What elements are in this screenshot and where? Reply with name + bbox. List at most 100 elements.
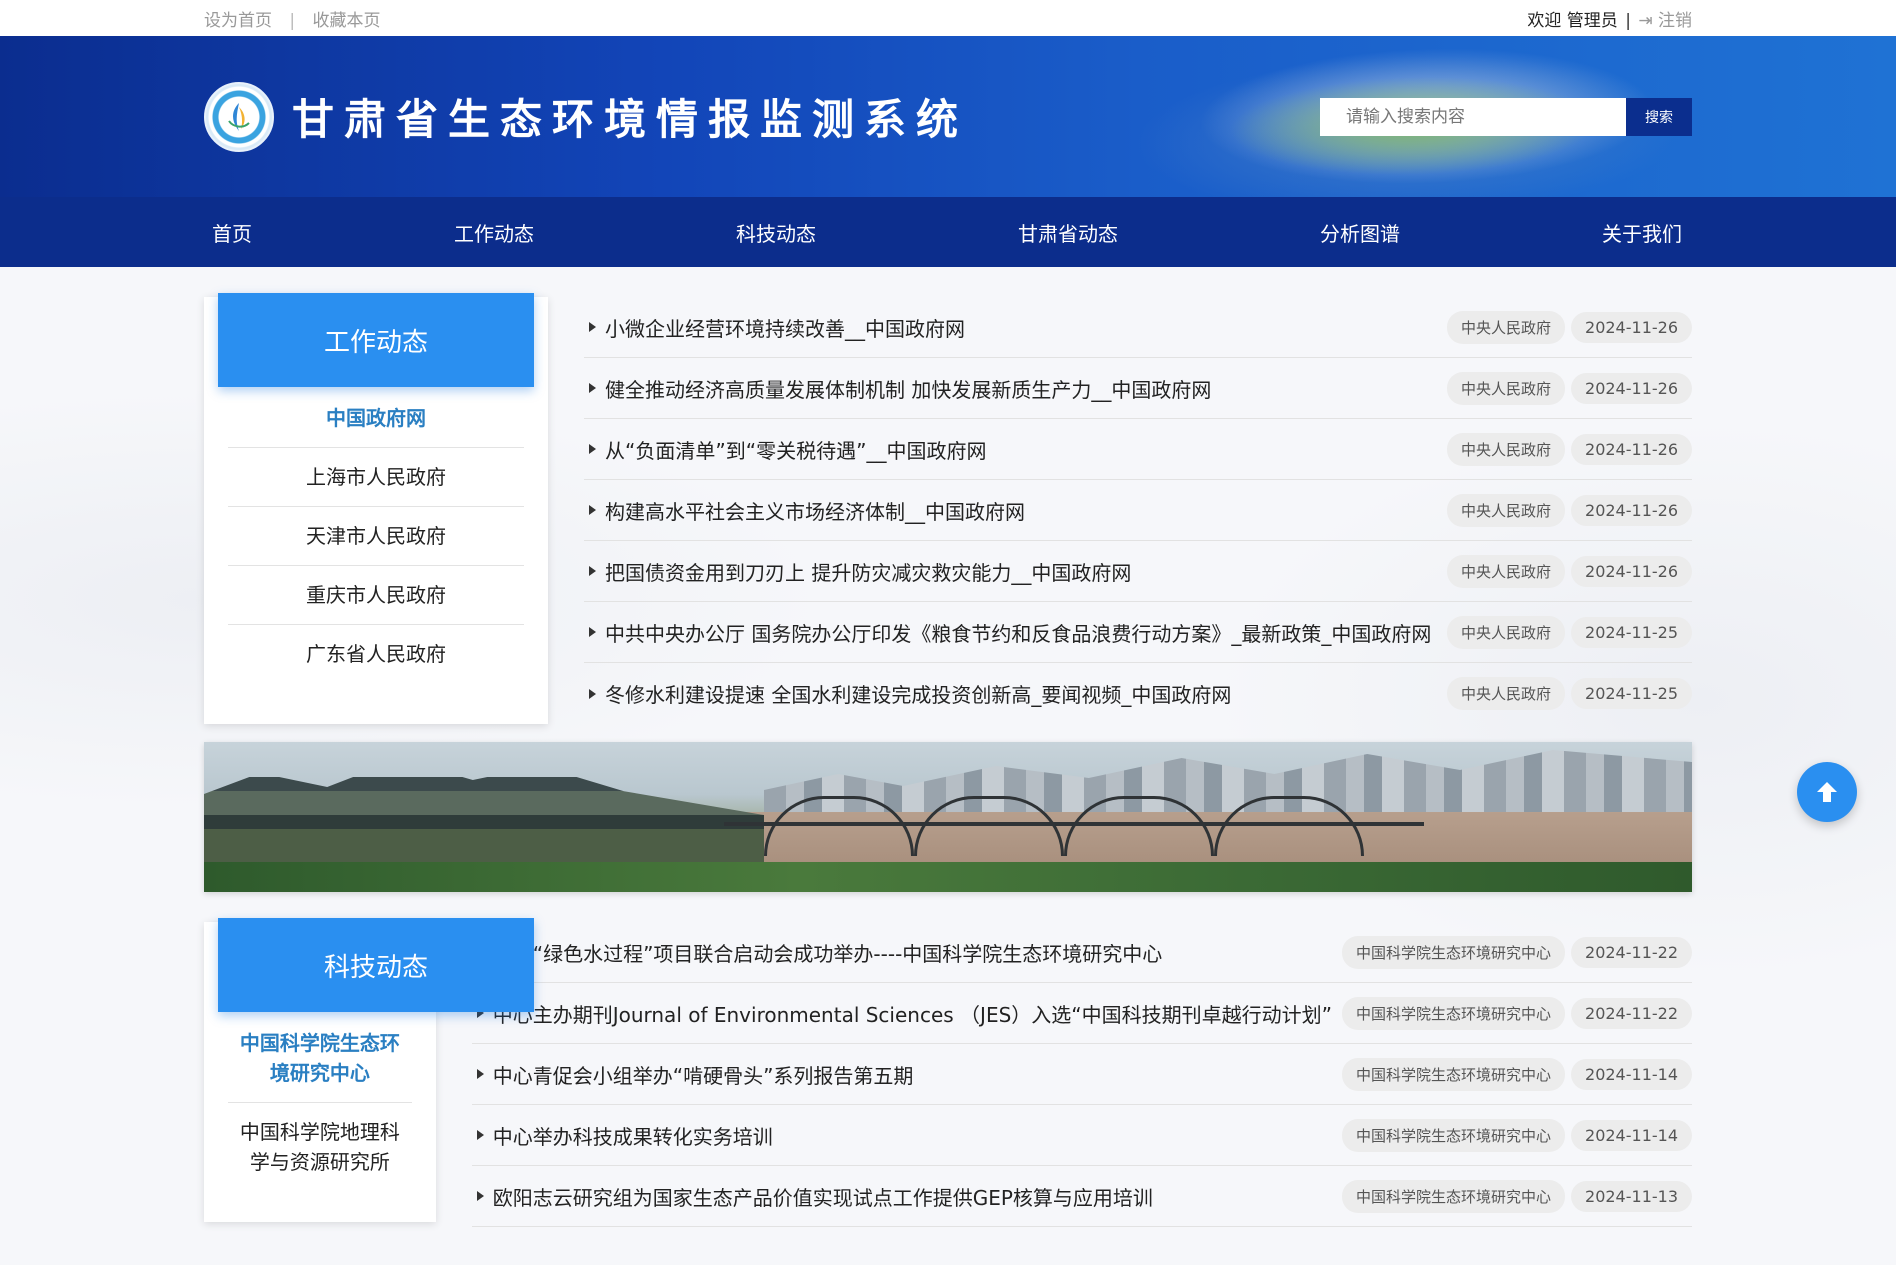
- news-title[interactable]: 小微企业经营环境持续改善__中国政府网: [605, 313, 1437, 342]
- caret-right-icon: [589, 383, 596, 393]
- site-title: 甘肃省生态环境情报监测系统: [292, 95, 969, 144]
- caret-right-icon: [589, 444, 596, 454]
- top-utility-bar: 设为首页 | 收藏本页 欢迎 管理员 | ⇥ 注销: [0, 0, 1896, 36]
- news-date: 2024-11-22: [1571, 936, 1692, 968]
- news-date: 2024-11-26: [1571, 311, 1692, 343]
- source-item[interactable]: 中国科学院生态环境研究中心: [228, 1014, 412, 1103]
- news-date: 2024-11-25: [1571, 616, 1692, 648]
- news-row[interactable]: 健全推动经济高质量发展体制机制 加快发展新质生产力__中国政府网 中央人民政府 …: [584, 358, 1692, 419]
- bookmark-link[interactable]: 收藏本页: [313, 11, 381, 31]
- news-title[interactable]: 冬修水利建设提速 全国水利建设完成投资创新高_要闻视频_中国政府网: [605, 679, 1437, 708]
- news-title[interactable]: 中心青促会小组举办“啃硬骨头”系列报告第五期: [493, 1060, 1332, 1089]
- search-bar: 搜索: [1320, 98, 1692, 136]
- banner-bridge: [724, 796, 1424, 867]
- news-title[interactable]: 中心主办期刊Journal of Environmental Sciences …: [493, 999, 1332, 1028]
- news-date: 2024-11-26: [1571, 372, 1692, 404]
- nav-analysis-graph[interactable]: 分析图谱: [1320, 218, 1400, 247]
- news-row[interactable]: 小微企业经营环境持续改善__中国政府网 中央人民政府 2024-11-26: [584, 297, 1692, 358]
- news-row[interactable]: 冬修水利建设提速 全国水利建设完成投资创新高_要闻视频_中国政府网 中央人民政府…: [584, 663, 1692, 724]
- nav-tech-news[interactable]: 科技动态: [736, 218, 816, 247]
- news-date: 2024-11-14: [1571, 1058, 1692, 1090]
- news-title[interactable]: 从“负面清单”到“零关税待遇”__中国政府网: [605, 435, 1437, 464]
- search-input[interactable]: [1320, 98, 1626, 136]
- news-date: 2024-11-13: [1571, 1180, 1692, 1212]
- source-item[interactable]: 广东省人民政府: [228, 625, 524, 683]
- news-source-tag: 中央人民政府: [1447, 615, 1566, 649]
- caret-right-icon: [589, 688, 596, 699]
- caret-right-icon: [476, 1130, 484, 1140]
- news-row[interactable]: 中心举办科技成果转化实务培训 中国科学院生态环境研究中心 2024-11-14: [471, 1105, 1692, 1166]
- news-source-tag: 中国科学院生态环境研究中心: [1342, 1057, 1566, 1091]
- banner-skyline: [764, 750, 1692, 822]
- nav-gansu-news[interactable]: 甘肃省动态: [1018, 218, 1118, 247]
- news-row[interactable]: 构建高水平社会主义市场经济体制__中国政府网 中央人民政府 2024-11-26: [584, 480, 1692, 541]
- news-title[interactable]: 健全推动经济高质量发展体制机制 加快发展新质生产力__中国政府网: [605, 374, 1437, 403]
- news-row[interactable]: 把国债资金用到刀刃上 提升防灾减灾救灾能力__中国政府网 中央人民政府 2024…: [584, 541, 1692, 602]
- caret-right-icon: [476, 1191, 484, 1201]
- nav-home[interactable]: 首页: [212, 218, 252, 247]
- work-news-section: 工作动态 中国政府网 上海市人民政府 天津市人民政府 重庆市人民政府 广东省人民…: [204, 293, 1692, 724]
- caret-right-icon: [589, 505, 596, 515]
- logout-link[interactable]: ⇥ 注销: [1638, 11, 1692, 31]
- news-row[interactable]: 中共中央办公厅 国务院办公厅印发《粮食节约和反食品浪费行动方案》_最新政策_中国…: [584, 602, 1692, 663]
- sign-out-icon: ⇥: [1638, 10, 1653, 31]
- tech-panel-heading: 科技动态: [218, 918, 534, 1012]
- back-to-top-button[interactable]: [1797, 762, 1857, 822]
- work-source-panel: 工作动态 中国政府网 上海市人民政府 天津市人民政府 重庆市人民政府 广东省人民…: [204, 293, 548, 724]
- arrow-up-icon: [1817, 782, 1837, 802]
- news-row[interactable]: 中心青促会小组举办“啃硬骨头”系列报告第五期 中国科学院生态环境研究中心 202…: [471, 1044, 1692, 1105]
- news-title[interactable]: 把国债资金用到刀刃上 提升防灾减灾救灾能力__中国政府网: [605, 557, 1437, 586]
- logo-emblem-icon: [204, 81, 274, 152]
- utility-links: 设为首页 | 收藏本页: [204, 6, 381, 31]
- news-source-tag: 中央人民政府: [1447, 371, 1566, 405]
- welcome-text: 欢迎 管理员: [1527, 10, 1618, 31]
- source-item[interactable]: 中国科学院地理科学与资源研究所: [228, 1103, 412, 1191]
- user-divider: |: [1625, 10, 1631, 31]
- news-row[interactable]: 欧阳志云研究组为国家生态产品价值实现试点工作提供GEP核算与应用培训 中国科学院…: [471, 1166, 1692, 1227]
- news-source-tag: 中央人民政府: [1447, 432, 1566, 466]
- news-date: 2024-11-22: [1571, 997, 1692, 1029]
- banner-trees: [204, 862, 1692, 892]
- news-date: 2024-11-26: [1571, 494, 1692, 526]
- work-panel-heading: 工作动态: [218, 293, 534, 387]
- news-title[interactable]: 中共中央办公厅 国务院办公厅印发《粮食节约和反食品浪费行动方案》_最新政策_中国…: [605, 618, 1437, 647]
- news-source-tag: 中国科学院生态环境研究中心: [1342, 935, 1566, 969]
- tech-news-list: 中荷“绿色水过程”项目联合启动会成功举办----中国科学院生态环境研究中心 中国…: [471, 922, 1692, 1227]
- news-row[interactable]: 从“负面清单”到“零关税待遇”__中国政府网 中央人民政府 2024-11-26: [584, 419, 1692, 480]
- source-item[interactable]: 重庆市人民政府: [228, 566, 524, 625]
- news-date: 2024-11-25: [1571, 678, 1692, 709]
- news-row[interactable]: 中荷“绿色水过程”项目联合启动会成功举办----中国科学院生态环境研究中心 中国…: [471, 922, 1692, 983]
- caret-right-icon: [589, 566, 596, 576]
- news-source-tag: 中央人民政府: [1447, 554, 1566, 588]
- news-source-tag: 中国科学院生态环境研究中心: [1342, 1118, 1566, 1152]
- news-title[interactable]: 欧阳志云研究组为国家生态产品价值实现试点工作提供GEP核算与应用培训: [493, 1182, 1332, 1211]
- news-title[interactable]: 构建高水平社会主义市场经济体制__中国政府网: [605, 496, 1437, 525]
- news-title[interactable]: 中心举办科技成果转化实务培训: [493, 1121, 1332, 1150]
- source-item[interactable]: 中国政府网: [228, 389, 524, 448]
- news-source-tag: 中央人民政府: [1447, 677, 1566, 710]
- news-title[interactable]: 中荷“绿色水过程”项目联合启动会成功举办----中国科学院生态环境研究中心: [493, 938, 1332, 967]
- main-nav: 首页 工作动态 科技动态 甘肃省动态 分析图谱 关于我们: [0, 197, 1896, 267]
- city-river-banner-image: [204, 742, 1692, 892]
- source-item[interactable]: 上海市人民政府: [228, 448, 524, 507]
- nav-work-news[interactable]: 工作动态: [454, 218, 534, 247]
- logout-label: 注销: [1658, 10, 1692, 31]
- caret-right-icon: [589, 322, 596, 332]
- tech-source-panel: 科技动态 中国科学院生态环境研究中心 中国科学院地理科学与资源研究所: [204, 918, 534, 1222]
- news-date: 2024-11-26: [1571, 433, 1692, 465]
- news-date: 2024-11-14: [1571, 1119, 1692, 1151]
- news-source-tag: 中国科学院生态环境研究中心: [1342, 1179, 1566, 1213]
- work-news-list: 小微企业经营环境持续改善__中国政府网 中央人民政府 2024-11-26 健全…: [584, 297, 1692, 724]
- news-row[interactable]: 中心主办期刊Journal of Environmental Sciences …: [471, 983, 1692, 1044]
- caret-right-icon: [476, 1069, 484, 1079]
- search-button[interactable]: 搜索: [1626, 98, 1692, 136]
- nav-about-us[interactable]: 关于我们: [1602, 218, 1682, 247]
- user-area: 欢迎 管理员 | ⇥ 注销: [1527, 6, 1692, 31]
- news-source-tag: 中央人民政府: [1447, 493, 1566, 527]
- news-source-tag: 中央人民政府: [1447, 310, 1566, 344]
- news-date: 2024-11-26: [1571, 555, 1692, 587]
- site-header: 甘肃省生态环境情报监测系统 搜索: [0, 36, 1896, 197]
- news-source-tag: 中国科学院生态环境研究中心: [1342, 996, 1566, 1030]
- set-home-link[interactable]: 设为首页: [204, 11, 272, 31]
- source-item[interactable]: 天津市人民政府: [228, 507, 524, 566]
